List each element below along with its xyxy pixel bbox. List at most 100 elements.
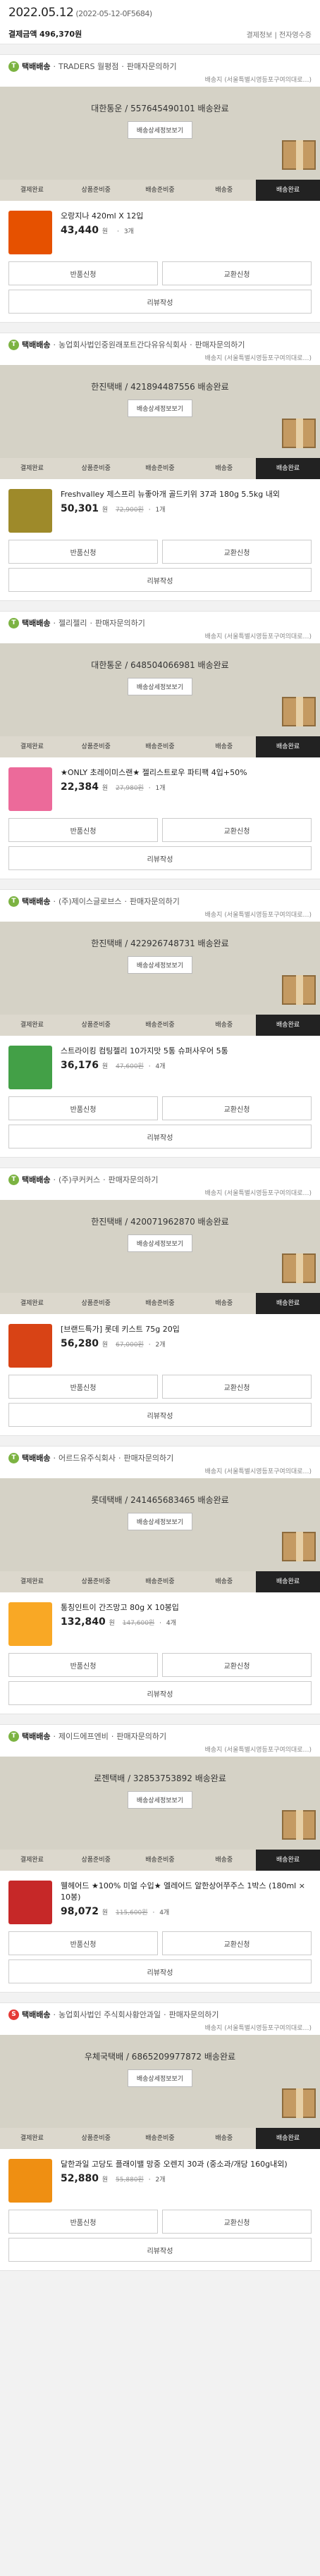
product-price-line: 36,176 원 47,600원 · 4개 [61,1060,228,1071]
write-review-button[interactable]: 리뷰작성 [8,1403,312,1427]
product-name[interactable]: 통칭인트이 간즈망고 80g X 10봉입 [61,1602,179,1614]
exchange-request-button[interactable]: 교환신청 [162,1931,312,1955]
product-row[interactable]: 달한과일 고당도 플래이밸 망중 오렌지 30과 (중소과/개당 160g내외)… [0,2149,320,2210]
contact-seller-link[interactable]: 판매자문의하기 [130,896,180,907]
product-name[interactable]: Freshvalley 제스프리 뉴좋아개 골드키위 37과 180g 5.5k… [61,489,280,500]
contact-seller-link[interactable]: 판매자문의하기 [195,339,245,350]
contact-seller-link[interactable]: 판매자문의하기 [123,1452,173,1463]
return-request-button[interactable]: 반품신청 [8,1375,158,1399]
write-review-button[interactable]: 리뷰작성 [8,1959,312,1983]
exchange-request-button[interactable]: 교환신청 [162,261,312,285]
seller-name[interactable]: TRADERS 월평점 [59,61,118,72]
product-thumbnail[interactable] [8,489,52,533]
track-details-button[interactable]: 배송상세정보보기 [127,2069,193,2087]
receipt-links[interactable]: 결제정보 | 전자영수증 [246,29,312,39]
product-row[interactable]: 통칭인트이 간즈망고 80g X 10봉입 132,840 원 147,600원… [0,1592,320,1653]
product-row[interactable]: 오랑지나 420ml X 12입 43,440 원 · 3개 [0,201,320,261]
step-4: 배송완료 [256,180,320,201]
product-name[interactable]: [브랜드특가] 롯데 키스트 75g 20입 [61,1324,180,1335]
tracking-info: 우체국택배 / 6865209977872 배송완료 [84,2052,236,2062]
order-card: T 택배배송 · (주)쿠커커스 · 판매자문의하기 배송지 (서울특별시영등포… [0,1168,320,1436]
contact-seller-link[interactable]: 판매자문의하기 [95,617,145,628]
write-review-button[interactable]: 리뷰작성 [8,1681,312,1705]
product-row[interactable]: [브랜드특가] 롯데 키스트 75g 20입 56,280 원 67,000원 … [0,1314,320,1375]
seller-name[interactable]: (주)쿠커커스 [59,1174,100,1185]
product-name[interactable]: ★ONLY 초레이미스랜★ 젤리스트로우 파티팩 4입+50% [61,767,247,779]
product-row[interactable]: 웰헤어드 ★100% 미얼 수입★ 엘레어드 알한상어쭈주스 1박스 (180m… [0,1871,320,1931]
seller-line: T 택배배송 · 제이드에프엔비 · 판매자문의하기 [8,1730,312,1742]
product-thumbnail[interactable] [8,767,52,811]
track-details-button[interactable]: 배송상세정보보기 [127,1513,193,1530]
product-thumbnail[interactable] [8,1602,52,1646]
product-row[interactable]: 스트라이킹 컴팅젤리 10가지맛 5통 슈퍼사우어 5통 36,176 원 47… [0,1036,320,1096]
parcel-box-icon [282,419,316,448]
product-thumbnail[interactable] [8,1881,52,1924]
order-card: T 택배배송 · 제이드에프엔비 · 판매자문의하기 배송지 (서울특별시영등포… [0,1724,320,1993]
delivery-type: 택배배송 [22,1454,51,1463]
track-details-button[interactable]: 배송상세정보보기 [127,956,193,974]
product-thumbnail[interactable] [8,2159,52,2203]
track-details-button[interactable]: 배송상세정보보기 [127,400,193,417]
product-row[interactable]: Freshvalley 제스프리 뉴좋아개 골드키위 37과 180g 5.5k… [0,479,320,540]
return-request-button[interactable]: 반품신청 [8,261,158,285]
step-1: 상품준비중 [81,2135,111,2142]
order-actions: 반품신청 교환신청 리뷰작성 [0,1653,320,1714]
exchange-request-button[interactable]: 교환신청 [162,540,312,564]
product-name[interactable]: 웰헤어드 ★100% 미얼 수입★ 엘레어드 알한상어쭈주스 1박스 (180m… [61,1881,312,1903]
delivery-steps: 결제완료 상품준비중 배송준비중 배송중 배송완료 [0,1293,320,1314]
exchange-request-button[interactable]: 교환신청 [162,1653,312,1677]
product-name[interactable]: 달한과일 고당도 플래이밸 망중 오렌지 30과 (중소과/개당 160g내외) [61,2159,288,2170]
qty-separator: · [159,1620,162,1627]
product-thumbnail[interactable] [8,211,52,254]
qty-separator: · [148,785,151,792]
write-review-button[interactable]: 리뷰작성 [8,2238,312,2262]
return-request-button[interactable]: 반품신청 [8,1931,158,1955]
exchange-request-button[interactable]: 교환신청 [162,1375,312,1399]
step-3: 배송중 [215,187,233,194]
seller-line: T 택배배송 · TRADERS 월평점 · 판매자문의하기 [8,61,312,72]
seller-name[interactable]: 어르드유주식회사 [59,1452,116,1463]
seller-name[interactable]: (주)제이스글로브스 [59,896,122,907]
track-details-button[interactable]: 배송상세정보보기 [127,121,193,139]
contact-seller-link[interactable]: 판매자문의하기 [109,1174,159,1185]
return-request-button[interactable]: 반품신청 [8,1653,158,1677]
product-quantity: 4개 [155,1063,166,1070]
contact-seller-link[interactable]: 판매자문의하기 [127,61,177,72]
exchange-request-button[interactable]: 교환신청 [162,2210,312,2234]
product-thumbnail[interactable] [8,1324,52,1368]
track-details-button[interactable]: 배송상세정보보기 [127,1791,193,1809]
seller-name[interactable]: 농업회사법인중원래포트간다유유식회사 [59,339,187,350]
delivery-badge: T [8,617,19,628]
product-price: 50,301 [61,503,99,514]
seller-name[interactable]: 젤리젤리 [59,617,87,628]
step-1: 상품준비중 [81,1022,111,1029]
exchange-request-button[interactable]: 교환신청 [162,818,312,842]
write-review-button[interactable]: 리뷰작성 [8,290,312,314]
return-request-button[interactable]: 반품신청 [8,1096,158,1120]
write-review-button[interactable]: 리뷰작성 [8,1125,312,1148]
delivery-type: 택배배송 [22,619,51,628]
return-request-button[interactable]: 반품신청 [8,818,158,842]
return-request-button[interactable]: 반품신청 [8,540,158,564]
exchange-request-button[interactable]: 교환신청 [162,1096,312,1120]
seller-name[interactable]: 농업회사법인 주식회사황안과일 [59,2009,161,2020]
contact-seller-link[interactable]: 판매자문의하기 [116,1730,166,1742]
return-request-button[interactable]: 반품신청 [8,2210,158,2234]
product-price-line: 50,301 원 72,900원 · 1개 [61,503,280,514]
product-name[interactable]: 스트라이킹 컴팅젤리 10가지맛 5통 슈퍼사우어 5통 [61,1046,228,1057]
product-thumbnail[interactable] [8,1046,52,1089]
step-0: 결제완료 [20,187,44,194]
order-date: 2022.05.12 (2022-05-12-0F5684) [8,6,312,20]
product-name[interactable]: 오랑지나 420ml X 12입 [61,211,143,222]
track-details-button[interactable]: 배송상세정보보기 [127,1234,193,1252]
step-2: 배송준비중 [145,187,175,194]
product-price: 98,072 [61,1906,99,1917]
write-review-button[interactable]: 리뷰작성 [8,846,312,870]
product-row[interactable]: ★ONLY 초레이미스랜★ 젤리스트로우 파티팩 4입+50% 22,384 원… [0,757,320,818]
seller-name[interactable]: 제이드에프엔비 [59,1730,109,1742]
track-details-button[interactable]: 배송상세정보보기 [127,678,193,695]
write-review-button[interactable]: 리뷰작성 [8,568,312,592]
product-price: 22,384 [61,781,99,793]
tracking-info: 롯데택배 / 241465683465 배송완료 [91,1495,229,1505]
contact-seller-link[interactable]: 판매자문의하기 [169,2009,219,2020]
